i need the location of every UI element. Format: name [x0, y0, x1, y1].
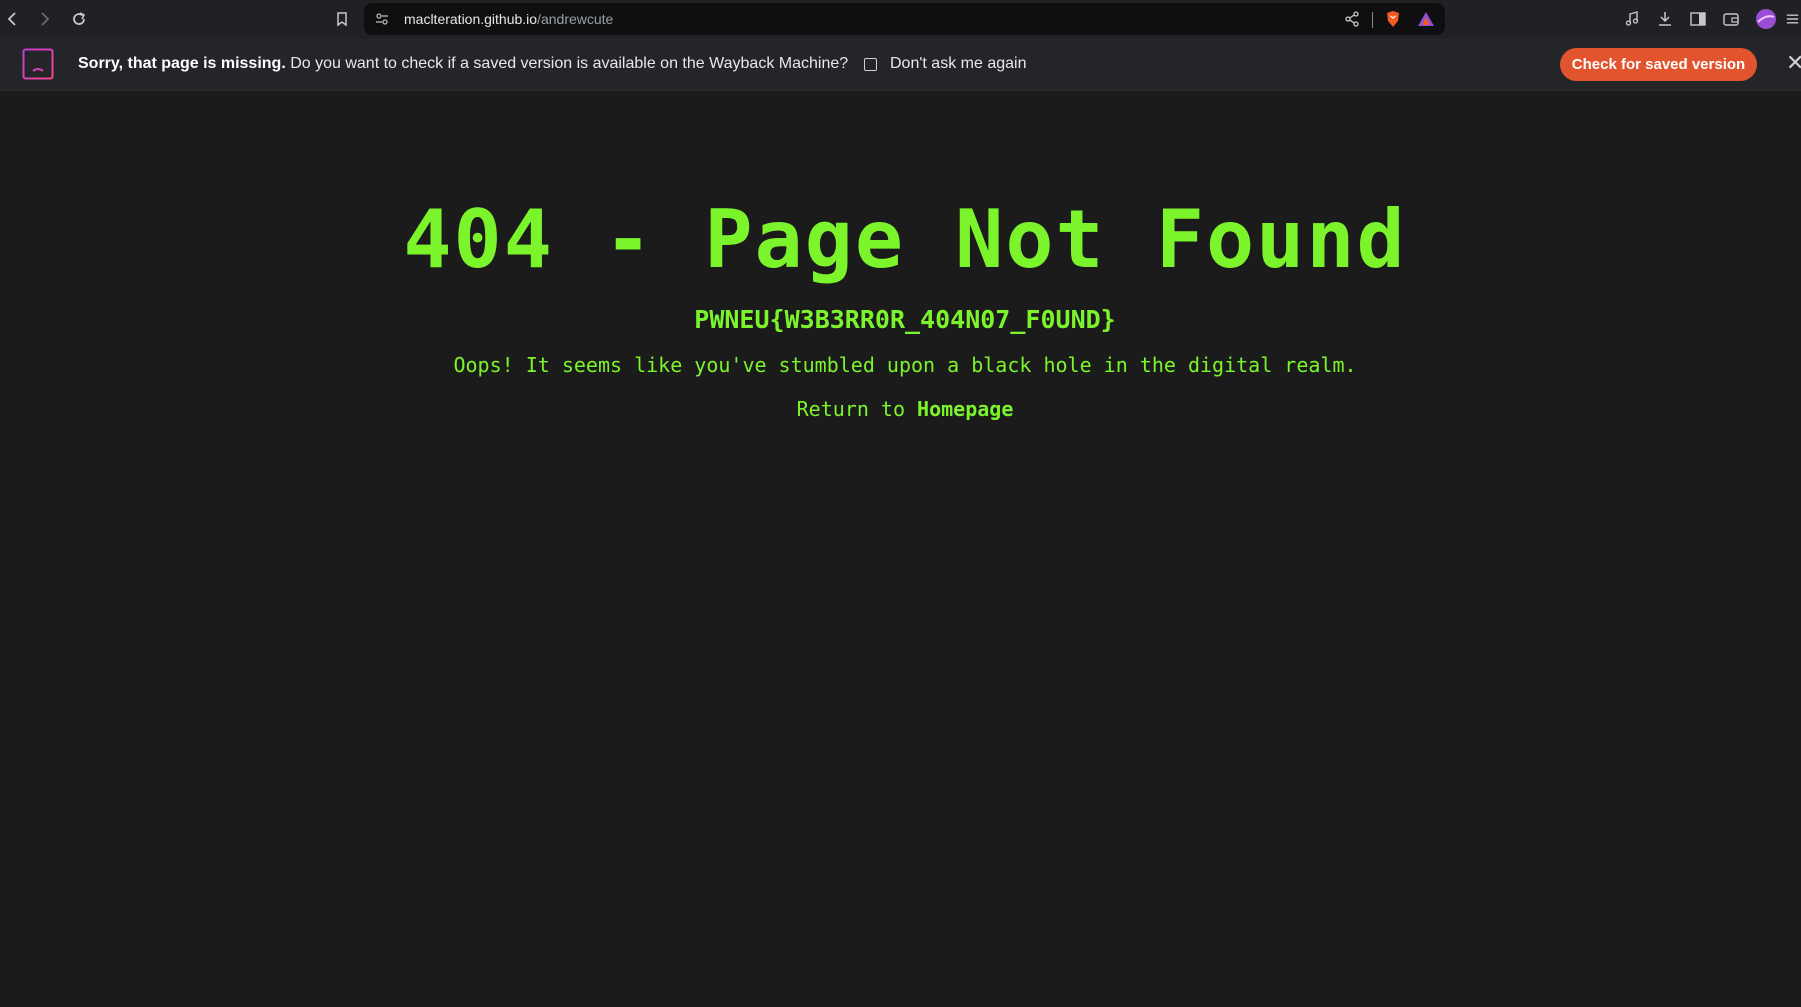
flag-text: PWNEU{W3B3RR0R_404N07_F0UND} [694, 305, 1116, 334]
url-path: /andrewcute [537, 11, 614, 27]
homepage-link[interactable]: Homepage [917, 397, 1013, 421]
wayback-infobar: Sorry, that page is missing. Do you want… [0, 38, 1801, 91]
url-text: maclteration.github.io/andrewcute [404, 11, 613, 27]
infobar-text: Do you want to check if a saved version … [285, 55, 849, 72]
url-host: maclteration.github.io [404, 11, 538, 27]
download-icon[interactable] [1652, 6, 1678, 32]
bookmark-icon[interactable] [329, 6, 355, 32]
site-info-icon[interactable] [369, 6, 395, 32]
return-prefix: Return to [796, 397, 918, 421]
brave-shields-icon[interactable] [1380, 6, 1406, 32]
browser-toolbar: maclteration.github.io/andrewcute [0, 0, 1801, 38]
page-content: 404 - Page Not Found PWNEU{W3B3RR0R_404N… [0, 91, 1801, 1007]
media-icon[interactable] [1619, 6, 1645, 32]
infobar-bold-text: Sorry, that page is missing. [78, 55, 286, 72]
close-icon[interactable]: ✕ [1786, 52, 1801, 74]
wallet-icon[interactable] [1718, 6, 1744, 32]
reload-icon[interactable] [66, 6, 92, 32]
back-icon[interactable] [0, 6, 26, 32]
sad-page-icon [22, 48, 54, 80]
infobar-message: Sorry, that page is missing. Do you want… [78, 55, 848, 73]
share-icon[interactable] [1339, 6, 1365, 32]
error-message: Oops! It seems like you've stumbled upon… [453, 353, 1357, 377]
omnibox-divider [1372, 12, 1373, 28]
profile-avatar[interactable] [1753, 6, 1779, 32]
dont-ask-label[interactable]: Don't ask me again [890, 55, 1026, 73]
address-bar[interactable]: maclteration.github.io/andrewcute [364, 3, 1445, 35]
page-title: 404 - Page Not Found [403, 193, 1407, 286]
dont-ask-checkbox[interactable] [864, 58, 877, 71]
forward-icon[interactable] [31, 6, 57, 32]
brave-rewards-icon[interactable] [1413, 6, 1439, 32]
check-saved-version-button[interactable]: Check for saved version [1560, 48, 1757, 81]
return-line: Return to Homepage [0, 397, 1801, 421]
sidebar-icon[interactable] [1685, 6, 1711, 32]
menu-icon[interactable] [1784, 6, 1801, 32]
